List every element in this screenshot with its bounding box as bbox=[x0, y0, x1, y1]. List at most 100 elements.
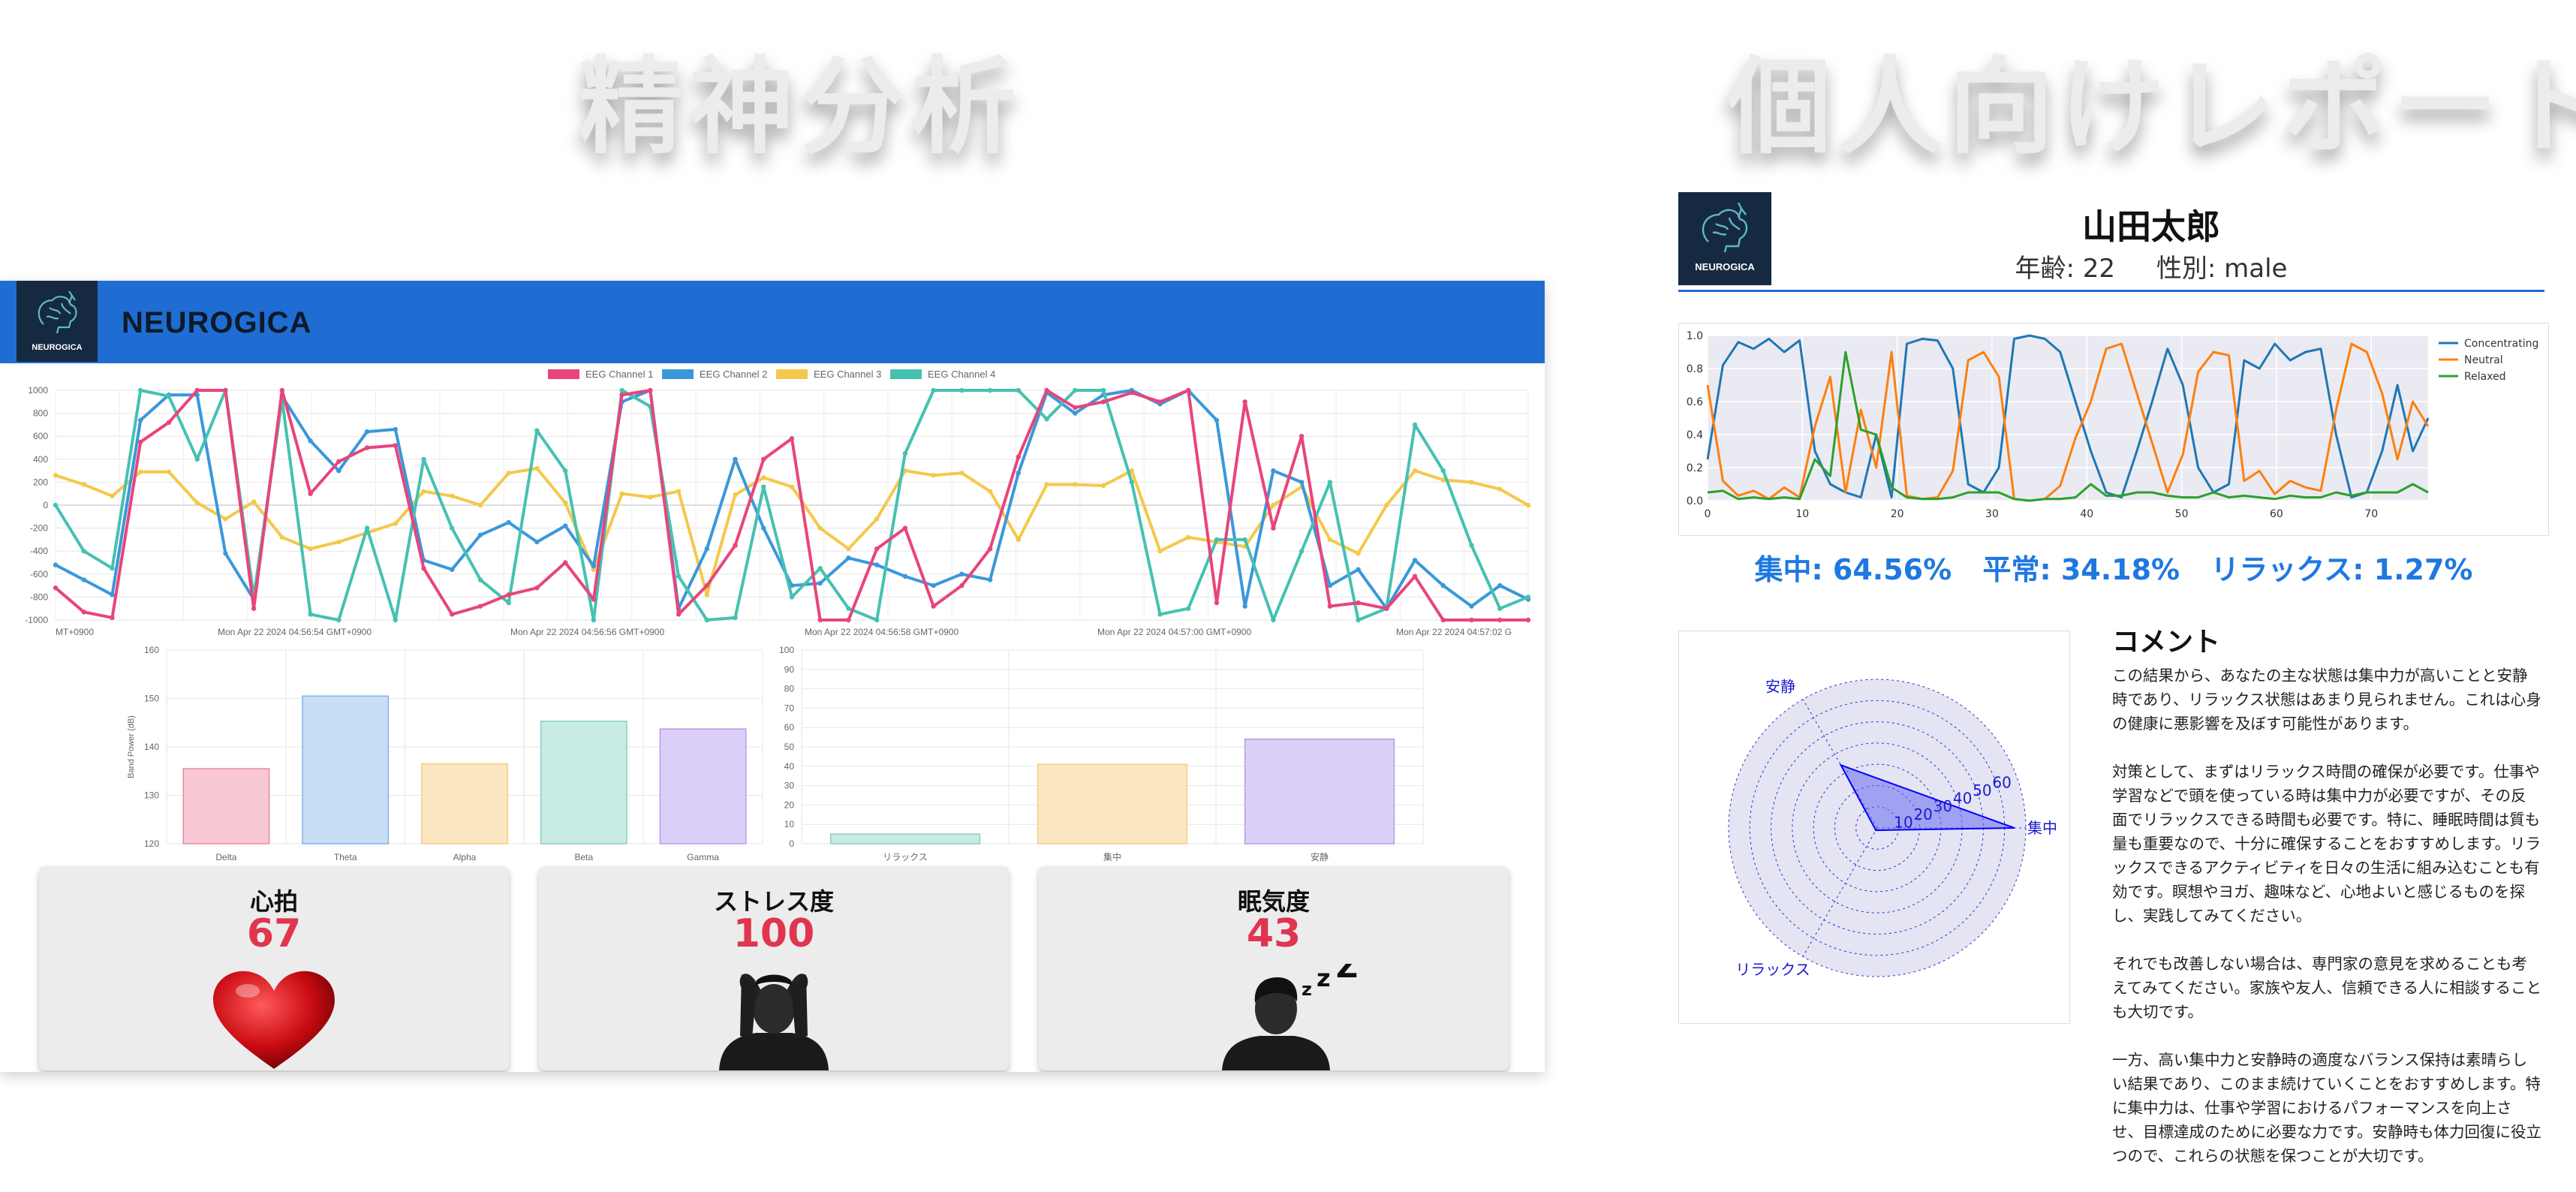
data-point bbox=[733, 456, 738, 462]
data-point bbox=[364, 429, 370, 435]
x-tick-label: Beta bbox=[574, 852, 593, 862]
brain-deer-logo-icon: NEUROGICA bbox=[1695, 202, 1755, 272]
data-point bbox=[591, 597, 597, 602]
data-point bbox=[1073, 411, 1078, 416]
legend-label: EEG Channel 2 bbox=[700, 369, 767, 380]
legend-swatch bbox=[776, 369, 808, 379]
y-tick-label: 600 bbox=[33, 431, 48, 441]
patient-name: 山田太郎 bbox=[2082, 206, 2220, 247]
data-point bbox=[1016, 387, 1022, 393]
y-tick-label: 1000 bbox=[28, 385, 48, 396]
comment-title: コメント bbox=[2112, 627, 2221, 658]
data-point bbox=[450, 493, 455, 498]
comment-paragraph: 一方、高い集中力と安静時の適度なバランス保持は素晴らしい結果であり、このまま続け… bbox=[2112, 1051, 2541, 1165]
data-point bbox=[1100, 399, 1106, 405]
data-point bbox=[194, 500, 200, 506]
data-point bbox=[1469, 604, 1474, 609]
data-point bbox=[223, 387, 228, 393]
data-point bbox=[1157, 612, 1163, 617]
data-point bbox=[477, 604, 483, 609]
data-point bbox=[1412, 468, 1418, 474]
header-divider bbox=[1678, 290, 2544, 292]
data-point bbox=[364, 445, 370, 450]
data-point bbox=[761, 475, 766, 480]
data-point bbox=[704, 546, 710, 552]
stress-card: ストレス度 100 bbox=[539, 866, 1009, 1070]
data-point bbox=[676, 489, 682, 494]
data-point bbox=[534, 428, 540, 433]
navbar: NEUROGICA NEUROGICA bbox=[0, 281, 1545, 363]
x-tick-label: MT+0900 bbox=[56, 627, 94, 637]
data-point bbox=[506, 600, 511, 606]
data-point bbox=[1497, 617, 1503, 623]
x-tick-label: Mon Apr 22 2024 04:57:02 G bbox=[1396, 627, 1512, 637]
data-point bbox=[336, 468, 342, 474]
data-point bbox=[110, 565, 115, 571]
data-point bbox=[817, 580, 823, 586]
x-tick-label: 30 bbox=[1985, 508, 1999, 520]
data-point bbox=[1186, 534, 1191, 540]
radar-chart-frame: 10 20 30 40 50 60 集中 安静 リラックス bbox=[1678, 631, 2070, 1024]
data-point bbox=[506, 592, 511, 598]
y-tick-label: 800 bbox=[33, 408, 48, 419]
data-point bbox=[1497, 582, 1503, 588]
data-point bbox=[1299, 480, 1305, 485]
data-point bbox=[1214, 417, 1220, 423]
data-point bbox=[591, 617, 597, 623]
sleepiness-value: 43 bbox=[1246, 911, 1302, 956]
heart-rate-card: 心拍 67 bbox=[39, 866, 509, 1070]
radar-axis-label: リラックス bbox=[1735, 960, 1810, 978]
y-tick-label: 130 bbox=[144, 790, 159, 801]
data-point bbox=[53, 562, 59, 567]
legend-label: Concentrating bbox=[2464, 338, 2538, 350]
data-point bbox=[393, 426, 398, 432]
data-point bbox=[761, 525, 766, 531]
brand-logo[interactable]: NEUROGICA bbox=[17, 281, 98, 362]
brain-deer-logo-icon: NEUROGICA bbox=[32, 290, 83, 352]
x-tick-label: リラックス bbox=[883, 852, 928, 862]
data-point bbox=[789, 484, 795, 489]
radar-tick-label: 50 bbox=[1973, 781, 1991, 799]
data-point bbox=[676, 612, 682, 617]
x-tick-label: Mon Apr 22 2024 04:56:54 GMT+0900 bbox=[218, 627, 372, 637]
data-point bbox=[1186, 606, 1191, 611]
data-point bbox=[110, 615, 115, 621]
data-point bbox=[421, 489, 426, 494]
radar-tick-label: 30 bbox=[1934, 797, 1952, 815]
data-point bbox=[1327, 604, 1333, 609]
data-point bbox=[1384, 502, 1389, 508]
data-point bbox=[733, 543, 738, 548]
data-point bbox=[1214, 600, 1220, 606]
data-point bbox=[1469, 543, 1474, 548]
sleepiness-card: 眠気度 43 z z Z bbox=[1039, 866, 1509, 1070]
band-power-bar-chart: 160 150 140 130 120 Delta Theta Alpha Beta Gamma B… bbox=[127, 645, 763, 862]
data-point bbox=[137, 439, 143, 445]
heart-rate-value: 67 bbox=[246, 911, 302, 956]
data-point bbox=[1327, 480, 1333, 485]
data-point bbox=[1044, 417, 1049, 422]
legend-label: EEG Channel 3 bbox=[814, 369, 881, 380]
data-point bbox=[846, 546, 851, 552]
data-point bbox=[817, 565, 823, 571]
data-point bbox=[562, 560, 568, 565]
data-point bbox=[336, 539, 342, 545]
data-point bbox=[1525, 617, 1531, 623]
comment-paragraph: 対策として、まずはリラックス時間の確保が必要です。仕事や学習などで頭を使っている… bbox=[2112, 763, 2541, 925]
data-point bbox=[1186, 387, 1191, 393]
data-point bbox=[251, 499, 257, 504]
data-point bbox=[1016, 454, 1022, 459]
data-point bbox=[704, 582, 710, 588]
brand-name[interactable]: NEUROGICA bbox=[122, 306, 311, 340]
y-tick-label: 160 bbox=[144, 645, 159, 655]
state-bar-chart: 1009080706050403020100リラックス 集中 安静 bbox=[779, 645, 1424, 862]
legend-label: Relaxed bbox=[2464, 371, 2506, 383]
y-tick-label: 70 bbox=[784, 703, 795, 713]
legend-label: EEG Channel 1 bbox=[585, 369, 653, 380]
data-point bbox=[733, 615, 738, 621]
data-point bbox=[874, 562, 880, 567]
x-tick-label: Delta bbox=[215, 852, 236, 862]
legend-label: Neutral bbox=[2464, 354, 2503, 366]
data-point bbox=[1242, 604, 1247, 609]
x-tick-label: 60 bbox=[2270, 508, 2283, 520]
x-tick-label: 集中 bbox=[1103, 851, 1121, 862]
